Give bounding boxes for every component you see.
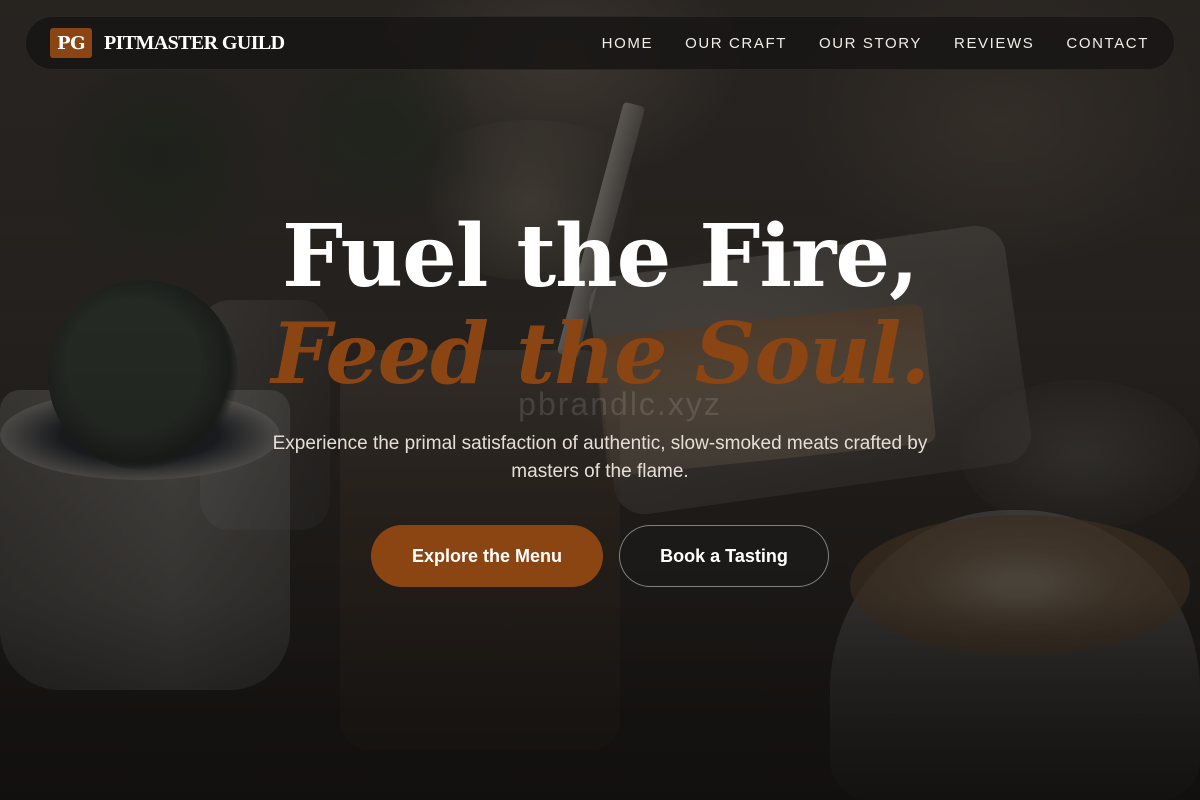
hero-section: Fuel the Fire, Feed the Soul. pbrandlc.x… [0,0,1200,800]
hero-headline: Fuel the Fire, [282,206,919,307]
hero-headline-accent: Feed the Soul. [271,304,929,403]
hero-subtitle: Experience the primal satisfaction of au… [272,433,928,482]
book-tasting-button[interactable]: Book a Tasting [619,525,829,587]
watermark: pbrandlc.xyz [518,386,722,422]
explore-menu-button[interactable]: Explore the Menu [371,525,603,587]
